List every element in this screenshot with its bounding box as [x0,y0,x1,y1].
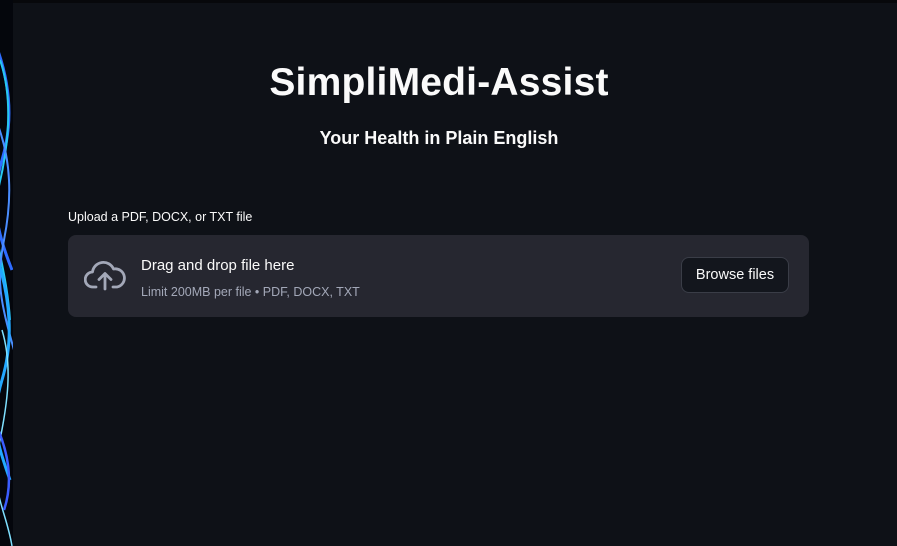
file-dropzone[interactable]: Drag and drop file here Limit 200MB per … [68,235,809,317]
browse-files-button[interactable]: Browse files [681,257,789,293]
app-window: SimpliMedi-Assist Your Health in Plain E… [0,0,897,546]
dropzone-title: Drag and drop file here [141,257,295,274]
cloud-upload-icon [83,260,126,292]
page-subtitle: Your Health in Plain English [319,128,559,148]
page-title: SimpliMedi-Assist [269,61,609,104]
file-uploader-label: Upload a PDF, DOCX, or TXT file [68,210,253,224]
main-content: SimpliMedi-Assist Your Health in Plain E… [13,3,897,546]
background-swirl-image [0,0,13,546]
dropzone-hint: Limit 200MB per file • PDF, DOCX, TXT [141,285,360,299]
